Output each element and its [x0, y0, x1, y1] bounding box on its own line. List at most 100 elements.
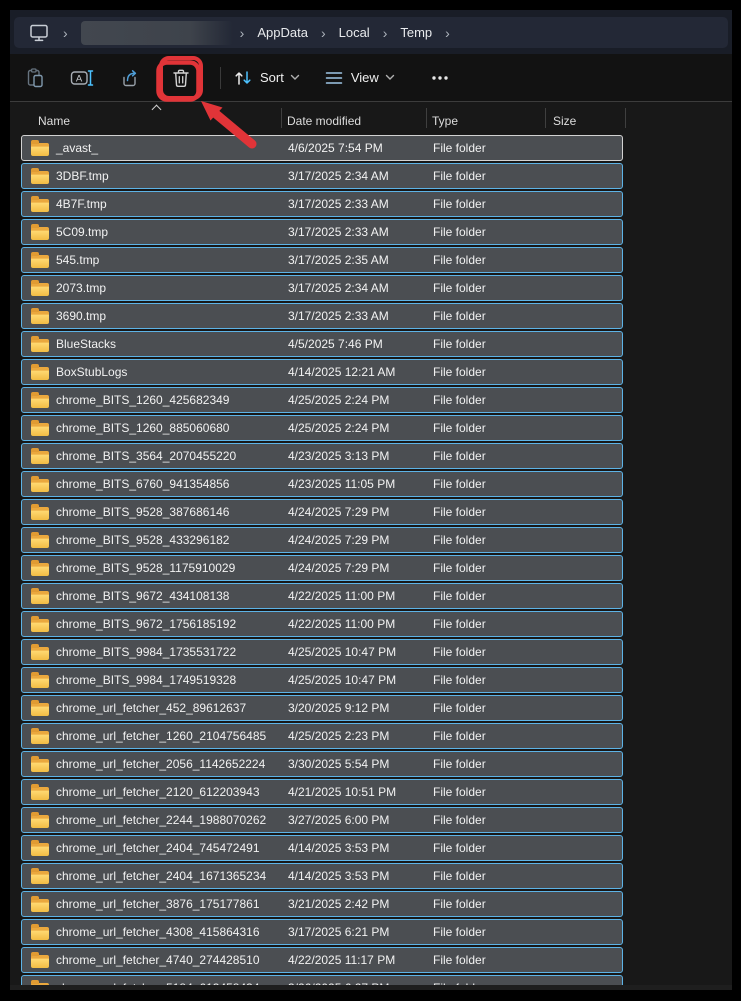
table-row[interactable]: chrome_url_fetcher_1260_2104756485 4/25/… [21, 723, 623, 749]
chevron-right-icon[interactable]: › [240, 26, 245, 40]
table-row[interactable]: chrome_BITS_6760_941354856 4/23/2025 11:… [21, 471, 623, 497]
folder-icon [31, 896, 49, 912]
date-modified: 4/21/2025 10:51 PM [288, 785, 397, 799]
delete-button[interactable] [164, 61, 198, 95]
more-options-button[interactable] [423, 63, 457, 93]
chevron-right-icon[interactable]: › [383, 26, 388, 40]
file-name: chrome_BITS_9672_434108138 [56, 589, 230, 603]
share-button[interactable] [112, 61, 146, 95]
column-separator[interactable] [426, 108, 427, 128]
date-modified: 3/17/2025 2:33 AM [288, 225, 389, 239]
file-name: chrome_BITS_6760_941354856 [56, 477, 230, 491]
table-row[interactable]: chrome_BITS_9984_1735531722 4/25/2025 10… [21, 639, 623, 665]
file-type: File folder [433, 225, 486, 239]
breadcrumb-segment-local[interactable]: Local [333, 22, 376, 43]
this-pc-button[interactable] [22, 19, 56, 46]
table-row[interactable]: chrome_BITS_9528_1175910029 4/24/2025 7:… [21, 555, 623, 581]
sort-button[interactable]: Sort [233, 68, 300, 88]
file-name: 545.tmp [56, 253, 100, 267]
folder-icon [31, 952, 49, 968]
file-name: 2073.tmp [56, 281, 107, 295]
column-header-date-modified[interactable]: Date modified [287, 114, 361, 128]
file-type: File folder [433, 925, 486, 939]
table-row[interactable]: BlueStacks 4/5/2025 7:46 PM File folder [21, 331, 623, 357]
table-row[interactable]: chrome_BITS_9984_1749519328 4/25/2025 10… [21, 667, 623, 693]
folder-icon [31, 392, 49, 408]
table-row[interactable]: 2073.tmp 3/17/2025 2:34 AM File folder [21, 275, 623, 301]
breadcrumb-segment-appdata[interactable]: AppData [251, 22, 314, 43]
date-modified: 4/25/2025 2:24 PM [288, 393, 390, 407]
column-header-size[interactable]: Size [553, 114, 576, 128]
folder-icon [31, 252, 49, 268]
table-row[interactable]: chrome_BITS_9672_434108138 4/22/2025 11:… [21, 583, 623, 609]
file-type: File folder [433, 421, 486, 435]
table-row[interactable]: chrome_BITS_3564_2070455220 4/23/2025 3:… [21, 443, 623, 469]
ellipsis-icon [432, 75, 448, 80]
date-modified: 3/17/2025 2:34 AM [288, 169, 389, 183]
table-row[interactable]: chrome_BITS_1260_885060680 4/25/2025 2:2… [21, 415, 623, 441]
table-row[interactable]: chrome_url_fetcher_2404_745472491 4/14/2… [21, 835, 623, 861]
table-row[interactable]: chrome_BITS_9528_433296182 4/24/2025 7:2… [21, 527, 623, 553]
file-name: chrome_BITS_3564_2070455220 [56, 449, 237, 463]
rename-icon: A [70, 69, 94, 86]
file-name: chrome_url_fetcher_2244_1988070262 [56, 813, 267, 827]
table-row[interactable]: chrome_url_fetcher_2244_1988070262 3/27/… [21, 807, 623, 833]
folder-icon [31, 336, 49, 352]
rename-button[interactable]: A [65, 61, 99, 95]
table-row[interactable]: chrome_url_fetcher_2056_1142652224 3/30/… [21, 751, 623, 777]
folder-icon [31, 840, 49, 856]
window-bottom-edge [10, 985, 732, 990]
file-type: File folder [433, 309, 486, 323]
date-modified: 4/23/2025 11:05 PM [288, 477, 396, 491]
chevron-right-icon[interactable]: › [63, 26, 68, 40]
table-row[interactable]: 4B7F.tmp 3/17/2025 2:33 AM File folder [21, 191, 623, 217]
date-modified: 3/17/2025 2:35 AM [288, 253, 389, 267]
table-row[interactable]: chrome_url_fetcher_2120_612203943 4/21/2… [21, 779, 623, 805]
table-row[interactable]: chrome_url_fetcher_452_89612637 3/20/202… [21, 695, 623, 721]
table-row[interactable]: chrome_url_fetcher_3876_175177861 3/21/2… [21, 891, 623, 917]
table-row[interactable]: 3690.tmp 3/17/2025 2:33 AM File folder [21, 303, 623, 329]
file-type: File folder [433, 729, 486, 743]
file-name: chrome_url_fetcher_3876_175177861 [56, 897, 260, 911]
toolbar-separator [220, 66, 221, 89]
folder-icon [31, 644, 49, 660]
table-row[interactable]: 5C09.tmp 3/17/2025 2:33 AM File folder [21, 219, 623, 245]
folder-icon [31, 224, 49, 240]
column-separator[interactable] [625, 108, 626, 128]
table-row[interactable]: chrome_url_fetcher_5184_613458434 3/26/2… [21, 975, 623, 985]
column-header-type[interactable]: Type [432, 114, 458, 128]
file-name: _avast_ [56, 141, 99, 155]
table-row[interactable]: _avast_ 4/6/2025 7:54 PM File folder [21, 135, 623, 161]
table-row[interactable]: chrome_BITS_1260_425682349 4/25/2025 2:2… [21, 387, 623, 413]
table-row[interactable]: 3DBF.tmp 3/17/2025 2:34 AM File folder [21, 163, 623, 189]
chevron-right-icon[interactable]: › [445, 26, 450, 40]
file-type: File folder [433, 449, 486, 463]
redacted-breadcrumb-segment[interactable] [80, 20, 233, 45]
date-modified: 3/27/2025 6:00 PM [288, 813, 390, 827]
column-separator[interactable] [545, 108, 546, 128]
view-button[interactable]: View [324, 69, 395, 87]
date-modified: 4/24/2025 7:29 PM [288, 561, 390, 575]
table-row[interactable]: chrome_BITS_9528_387686146 4/24/2025 7:2… [21, 499, 623, 525]
breadcrumb-segment-temp[interactable]: Temp [394, 22, 438, 43]
date-modified: 3/21/2025 2:42 PM [288, 897, 390, 911]
file-name: chrome_BITS_1260_425682349 [56, 393, 230, 407]
column-header-name[interactable]: Name [38, 114, 70, 128]
column-separator[interactable] [281, 108, 282, 128]
paste-button[interactable] [18, 61, 52, 95]
table-row[interactable]: 545.tmp 3/17/2025 2:35 AM File folder [21, 247, 623, 273]
date-modified: 4/14/2025 12:21 AM [288, 365, 396, 379]
file-type: File folder [433, 813, 486, 827]
folder-icon [31, 812, 49, 828]
table-row[interactable]: chrome_url_fetcher_4740_274428510 4/22/2… [21, 947, 623, 973]
file-type: File folder [433, 169, 486, 183]
table-row[interactable]: chrome_url_fetcher_4308_415864316 3/17/2… [21, 919, 623, 945]
table-row[interactable]: chrome_url_fetcher_2404_1671365234 4/14/… [21, 863, 623, 889]
table-row[interactable]: chrome_BITS_9672_1756185192 4/22/2025 11… [21, 611, 623, 637]
chevron-right-icon[interactable]: › [321, 26, 326, 40]
sort-arrows-icon [235, 70, 251, 85]
folder-icon [31, 616, 49, 632]
folder-icon [31, 308, 49, 324]
table-row[interactable]: BoxStubLogs 4/14/2025 12:21 AM File fold… [21, 359, 623, 385]
view-label: View [350, 70, 379, 85]
